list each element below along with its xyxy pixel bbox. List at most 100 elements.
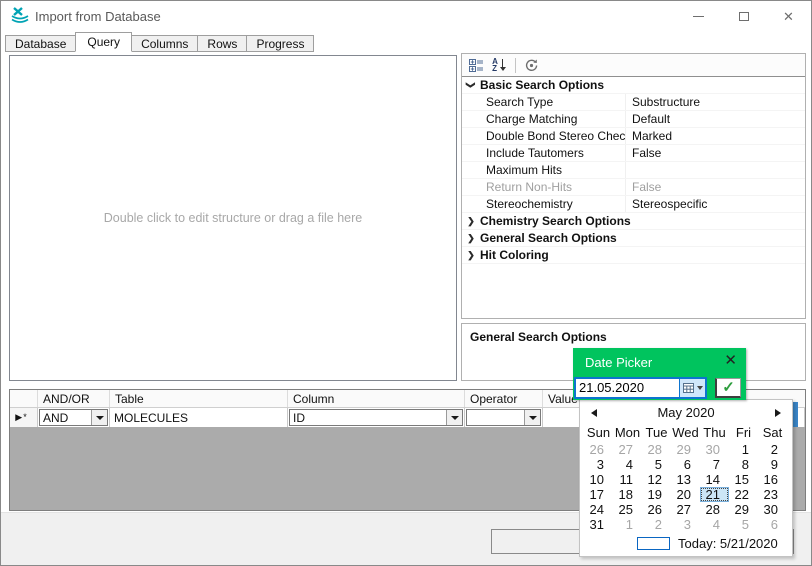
calendar-day-30-adjacent[interactable]: 30	[700, 442, 729, 457]
calendar-day-21-selected[interactable]: 21	[700, 487, 729, 502]
structure-editor-area[interactable]: Double click to edit structure or drag a…	[9, 55, 457, 381]
calendar-today-row[interactable]: Today: 5/21/2020	[580, 536, 792, 551]
column-combobox[interactable]: ID	[289, 409, 463, 426]
previous-month-button[interactable]	[591, 409, 597, 417]
row-selector-cell[interactable]: ▶*	[10, 408, 38, 427]
calendar-day-3[interactable]: 3	[584, 457, 613, 472]
calendar-day-8[interactable]: 8	[729, 457, 758, 472]
calendar-day-6-adjacent[interactable]: 6	[758, 517, 787, 532]
property-row-charge-matching[interactable]: Charge MatchingDefault	[462, 111, 805, 128]
calendar-day-2-adjacent[interactable]: 2	[642, 517, 671, 532]
calendar-day-12[interactable]: 12	[642, 472, 671, 487]
and-or-combobox[interactable]: AND	[39, 409, 108, 426]
calendar-day-2[interactable]: 2	[758, 442, 787, 457]
confirm-date-button[interactable]: ✓	[715, 378, 741, 398]
calendar-day-25[interactable]: 25	[613, 502, 642, 517]
table-cell[interactable]: MOLECULES	[110, 408, 288, 427]
property-value[interactable]: Substructure	[625, 94, 805, 110]
calendar-icon	[683, 383, 694, 393]
alphabetical-sort-icon[interactable]: A Z	[488, 56, 510, 75]
calendar-day-5[interactable]: 5	[642, 457, 671, 472]
calendar-day-7[interactable]: 7	[700, 457, 729, 472]
calendar-day-29[interactable]: 29	[729, 502, 758, 517]
tab-rows[interactable]: Rows	[197, 35, 247, 52]
property-value[interactable]: Marked	[625, 128, 805, 144]
property-row-search-type[interactable]: Search TypeSubstructure	[462, 94, 805, 111]
column-header-selector[interactable]	[10, 390, 38, 407]
categorized-view-icon[interactable]	[465, 56, 487, 75]
property-value[interactable]: False	[625, 145, 805, 161]
tab-query[interactable]: Query	[75, 32, 132, 52]
calendar-day-11[interactable]: 11	[613, 472, 642, 487]
calendar-day-31[interactable]: 31	[584, 517, 613, 532]
property-value[interactable]: Default	[625, 111, 805, 127]
property-category-hit-coloring[interactable]: ❯Hit Coloring	[462, 247, 805, 264]
property-category-basic-search-options[interactable]: ❯Basic Search Options	[462, 77, 805, 94]
property-category-chemistry-search-options[interactable]: ❯Chemistry Search Options	[462, 213, 805, 230]
chevron-right-icon[interactable]: ❯	[462, 230, 480, 246]
property-value[interactable]	[625, 162, 805, 178]
property-row-include-tautomers[interactable]: Include TautomersFalse	[462, 145, 805, 162]
calendar-day-10[interactable]: 10	[584, 472, 613, 487]
maximize-button[interactable]	[721, 1, 766, 31]
calendar-day-23[interactable]: 23	[758, 487, 787, 502]
column-header-and-or[interactable]: AND/OR	[38, 390, 110, 407]
calendar-day-4[interactable]: 4	[613, 457, 642, 472]
calendar-day-27-adjacent[interactable]: 27	[613, 442, 642, 457]
calendar-day-29-adjacent[interactable]: 29	[671, 442, 700, 457]
property-row-return-non-hits[interactable]: Return Non-HitsFalse	[462, 179, 805, 196]
chevron-right-icon[interactable]: ❯	[462, 213, 480, 229]
calendar-day-3-adjacent[interactable]: 3	[671, 517, 700, 532]
calendar-day-28-adjacent[interactable]: 28	[642, 442, 671, 457]
calendar-day-14[interactable]: 14	[700, 472, 729, 487]
and-or-value: AND	[40, 411, 91, 425]
calendar-day-22[interactable]: 22	[729, 487, 758, 502]
calendar-day-1-adjacent[interactable]: 1	[613, 517, 642, 532]
column-header-column[interactable]: Column	[288, 390, 465, 407]
calendar-day-15[interactable]: 15	[729, 472, 758, 487]
calendar-day-18[interactable]: 18	[613, 487, 642, 502]
calendar-day-19[interactable]: 19	[642, 487, 671, 502]
close-button[interactable]: ✕	[766, 1, 811, 31]
property-category-general-search-options[interactable]: ❯General Search Options	[462, 230, 805, 247]
calendar-dropdown-button[interactable]	[679, 379, 705, 397]
calendar-day-30[interactable]: 30	[758, 502, 787, 517]
calendar-day-4-adjacent[interactable]: 4	[700, 517, 729, 532]
tab-columns[interactable]: Columns	[131, 35, 198, 52]
close-icon[interactable]: ✕	[724, 353, 737, 368]
calendar-day-26[interactable]: 26	[642, 502, 671, 517]
tab-database[interactable]: Database	[5, 35, 76, 52]
property-row-double-bond-stereo-check[interactable]: Double Bond Stereo CheckMarked	[462, 128, 805, 145]
calendar-day-20[interactable]: 20	[671, 487, 700, 502]
calendar-day-5-adjacent[interactable]: 5	[729, 517, 758, 532]
calendar-day-17[interactable]: 17	[584, 487, 613, 502]
calendar-day-28[interactable]: 28	[700, 502, 729, 517]
calendar-day-24[interactable]: 24	[584, 502, 613, 517]
column-header-operator[interactable]: Operator	[465, 390, 543, 407]
property-value[interactable]: False	[625, 179, 805, 195]
column-dropdown-button[interactable]	[446, 410, 462, 425]
date-input-field[interactable]: 21.05.2020	[574, 377, 707, 399]
property-row-stereochemistry[interactable]: StereochemistryStereospecific	[462, 196, 805, 213]
column-header-table[interactable]: Table	[110, 390, 288, 407]
calendar-day-13[interactable]: 13	[671, 472, 700, 487]
calendar-day-1[interactable]: 1	[729, 442, 758, 457]
tab-progress[interactable]: Progress	[246, 35, 314, 52]
calendar-day-27[interactable]: 27	[671, 502, 700, 517]
operator-dropdown-button[interactable]	[524, 410, 540, 425]
chevron-right-icon[interactable]: ❯	[462, 247, 480, 263]
next-month-button[interactable]	[775, 409, 781, 417]
calendar-day-6[interactable]: 6	[671, 457, 700, 472]
calendar-day-16[interactable]: 16	[758, 472, 787, 487]
property-row-maximum-hits[interactable]: Maximum Hits	[462, 162, 805, 179]
and-or-dropdown-button[interactable]	[91, 410, 107, 425]
today-label: Today: 5/21/2020	[678, 536, 778, 551]
calendar-day-26-adjacent[interactable]: 26	[584, 442, 613, 457]
date-picker-title: Date Picker	[585, 355, 652, 370]
calendar-day-9[interactable]: 9	[758, 457, 787, 472]
reset-options-icon[interactable]	[520, 56, 542, 75]
minimize-button[interactable]	[676, 1, 721, 31]
operator-combobox[interactable]	[466, 409, 541, 426]
chevron-down-icon[interactable]: ❯	[463, 76, 479, 94]
property-value[interactable]: Stereospecific	[625, 196, 805, 212]
